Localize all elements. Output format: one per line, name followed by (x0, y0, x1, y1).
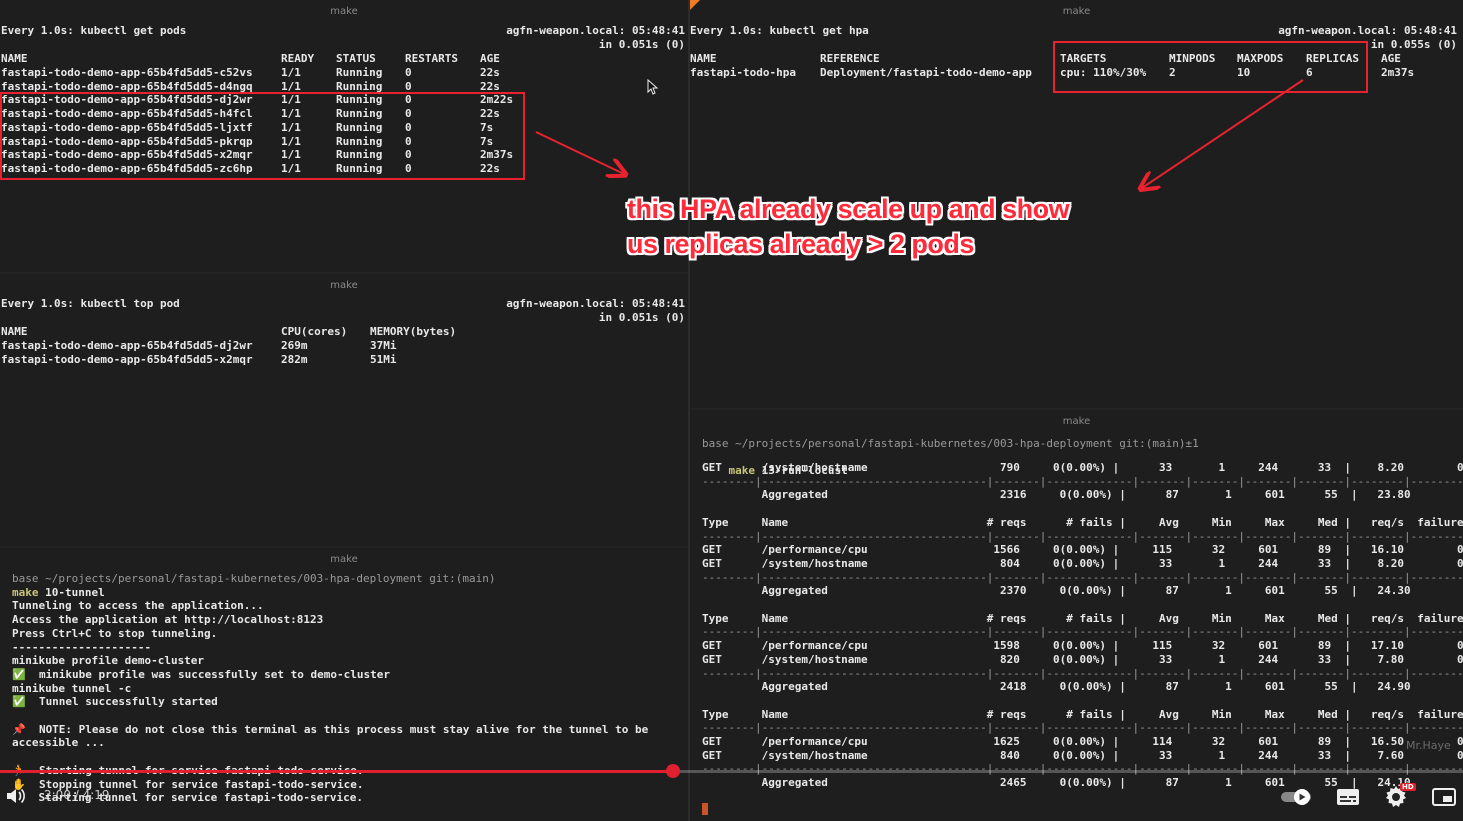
table-header: RESTARTS (405, 52, 458, 65)
terminal-line: minikube profile demo-cluster (12, 654, 205, 668)
terminal-line: --------------------- (12, 640, 152, 654)
watch-elapsed: in 0.051s (0) (598, 311, 685, 324)
hd-badge: HD (1400, 783, 1416, 791)
locust-line: --------|-------------------------------… (702, 625, 1463, 639)
locust-line: --------|-------------------------------… (702, 666, 1463, 680)
pane-divider (688, 0, 690, 821)
watch-command: Every 1.0s: kubectl top pod (1, 297, 180, 310)
locust-line: Aggregated 2370 0(0.00%) | 87 1 601 55 |… (702, 584, 1463, 598)
table-cell: fastapi-todo-hpa (690, 66, 796, 79)
locust-line: Aggregated 2418 0(0.00%) | 87 1 601 55 |… (702, 680, 1463, 694)
terminal-line: accessible ... (12, 736, 105, 750)
annotation-line-1: this HPA already scale up and show (627, 194, 1070, 224)
table-header: NAME (1, 52, 28, 65)
table-cell: 2m37s (1381, 66, 1415, 79)
miniplayer-icon[interactable] (1432, 787, 1456, 811)
terminal-line: ✅ Tunnel successfully started (12, 695, 218, 709)
watch-host: agfn-weapon.local: 05:48:41 (506, 297, 685, 310)
table-cell: 22s (480, 66, 500, 79)
table-header: STATUS (336, 52, 376, 65)
highlight-new-pods (0, 92, 525, 180)
highlight-hpa-targets (1053, 41, 1368, 93)
locust-line: GET /performance/cpu 1598 0(0.00%) | 115… (702, 639, 1463, 653)
table-header: AGE (480, 52, 500, 65)
locust-line: Type Name # reqs # fails | Avg Min Max M… (702, 611, 1463, 625)
locust-line: Type Name # reqs # fails | Avg Min Max M… (702, 515, 1463, 529)
watch-host: agfn-weapon.local: 05:48:41 (506, 24, 685, 37)
table-cell: Running (336, 66, 383, 79)
table-cell: 0 (405, 66, 412, 79)
locust-line: --------|-------------------------------… (702, 570, 1463, 584)
pane-title: make (330, 554, 358, 565)
table-cell: 37Mi (370, 339, 397, 352)
locust-line: Type Name # reqs # fails | Avg Min Max M… (702, 707, 1463, 721)
autoplay-toggle-icon[interactable] (1280, 788, 1314, 810)
table-cell: fastapi-todo-demo-app-65b4fd5dd5-dj2wr (1, 339, 253, 352)
corner-marker (690, 0, 700, 10)
locust-line: GET /system/hostname 804 0(0.00%) | 33 1… (702, 556, 1463, 570)
pane-title: make (330, 6, 358, 17)
video-progress-fill (0, 770, 673, 773)
table-cell: 269m (281, 339, 308, 352)
terminal-line: base ~/projects/personal/fastapi-kuberne… (12, 572, 496, 585)
locust-line: GET /system/hostname 790 0(0.00%) | 33 1… (702, 461, 1463, 474)
table-header: CPU(cores) (281, 325, 348, 338)
pane-top-pod[interactable]: make Every 1.0s: kubectl top pod agfn-we… (0, 274, 688, 546)
watch-host: agfn-weapon.local: 05:48:41 (1278, 24, 1457, 37)
table-cell: Deployment/fastapi-todo-demo-app (820, 66, 1032, 79)
locust-line: Aggregated 2316 0(0.00%) | 87 1 601 55 |… (702, 488, 1463, 502)
table-cell: fastapi-todo-demo-app-65b4fd5dd5-x2mqr (1, 352, 253, 366)
pane-title: make (1062, 6, 1091, 17)
table-header: NAME (1, 325, 28, 338)
table-header: READY (281, 52, 315, 65)
table-header: MEMORY(bytes) (370, 325, 457, 338)
locust-line: --------|-------------------------------… (702, 474, 1463, 488)
terminal-line: Press Ctrl+C to stop tunneling. (12, 626, 218, 640)
table-cell: 282m (281, 352, 308, 366)
cursor-icon (647, 78, 659, 99)
terminal-line: minikube tunnel -c (12, 681, 132, 695)
table-cell: 1/1 (281, 66, 301, 79)
locust-line: GET /system/hostname 840 0(0.00%) | 33 1… (702, 748, 1463, 762)
watch-command: Every 1.0s: kubectl get pods (1, 24, 187, 37)
terminal-line: Access the application at http://localho… (12, 613, 324, 627)
terminal-line: 📌 NOTE: Please do not close this termina… (12, 722, 649, 736)
shell-prompt: base ~/projects/personal/fastapi-kuberne… (702, 437, 1199, 450)
pane-tunnel[interactable]: make base ~/projects/personal/fastapi-ku… (0, 548, 688, 821)
watch-elapsed: in 0.051s (0) (598, 38, 685, 51)
volume-icon[interactable] (6, 787, 26, 809)
annotation-text: this HPA already scale up and show us re… (627, 192, 1070, 262)
video-scrubber[interactable] (665, 764, 680, 778)
pane-title: make (330, 280, 358, 291)
table-cell: fastapi-todo-demo-app-65b4fd5dd5-c52vs (1, 66, 253, 79)
pane-title: make (1062, 416, 1091, 427)
annotation-line-2: us replicas already > 2 pods (627, 229, 974, 259)
watch-elapsed: in 0.055s (0) (1370, 38, 1457, 51)
table-header: NAME (690, 52, 717, 65)
table-header: AGE (1381, 52, 1401, 65)
locust-line: GET /system/hostname 820 0(0.00%) | 33 1… (702, 652, 1463, 666)
locust-line: GET /performance/cpu 1625 0(0.00%) | 114… (702, 735, 1463, 748)
locust-line: --------|-------------------------------… (702, 529, 1463, 543)
video-time: 2:00 / 4:19 (44, 788, 110, 802)
subtitles-icon[interactable] (1336, 787, 1360, 811)
locust-line: GET /performance/cpu 1566 0(0.00%) | 115… (702, 543, 1463, 557)
watch-command: Every 1.0s: kubectl get hpa (690, 24, 869, 37)
watermark-text: Mr.Haye (1406, 739, 1451, 752)
terminal-cursor (702, 803, 708, 815)
table-header: REFERENCE (820, 52, 880, 65)
terminal-line: make 10-tunnel (12, 585, 105, 599)
command-verb: make (12, 585, 39, 599)
pane-locust[interactable]: make base ~/projects/personal/fastapi-ku… (690, 410, 1463, 821)
table-cell: 51Mi (370, 352, 397, 366)
locust-line: --------|-------------------------------… (702, 721, 1463, 735)
terminal-line: Tunneling to access the application... (12, 599, 264, 613)
terminal-line: ✅ minikube profile was successfully set … (12, 667, 390, 681)
